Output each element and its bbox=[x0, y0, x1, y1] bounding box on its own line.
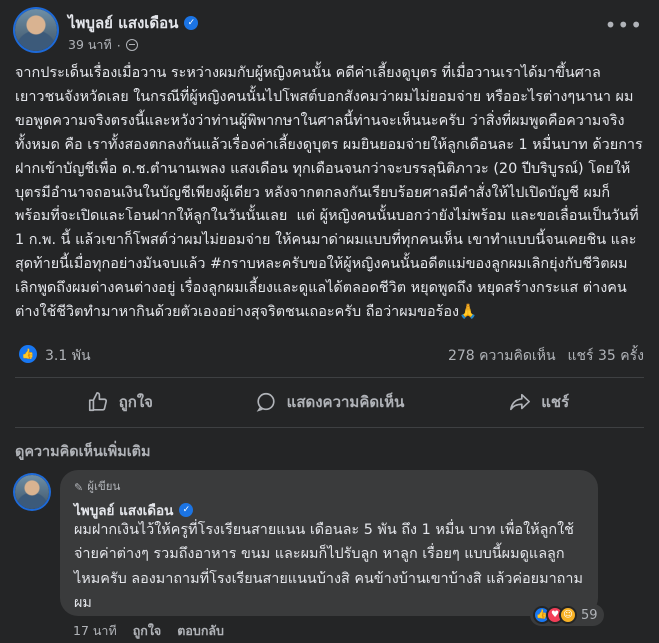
post-stats: 👍 3.1 พัน 278 ความคิดเห็น แชร์ 35 ครั้ง bbox=[15, 343, 644, 367]
thumbs-up-icon bbox=[88, 392, 107, 412]
comment-icon bbox=[256, 392, 275, 412]
comment-button[interactable]: แสดงความคิดเห็น bbox=[225, 385, 435, 419]
comment-reply-button[interactable]: ตอบกลับ bbox=[177, 621, 224, 641]
comment-footer: 17 นาที ถูกใจ ตอบกลับ bbox=[73, 621, 224, 641]
post-time[interactable]: 39 นาที bbox=[68, 35, 112, 55]
verified-badge-icon: ✓ bbox=[179, 503, 194, 517]
comment-time[interactable]: 17 นาที bbox=[73, 621, 117, 641]
care-reaction-icon: ☺ bbox=[559, 606, 577, 624]
reactions-count: 59 bbox=[581, 607, 598, 623]
shares-count[interactable]: แชร์ 35 ครั้ง bbox=[568, 345, 644, 367]
post-header: ไพบูลย์ แสงเดือน ✓ 39 นาที · ••• bbox=[15, 9, 645, 55]
comment-bubble: ✎ ผู้เขียน ไพบูลย์ แสงเดือน ✓ ผมฝากเงินไ… bbox=[60, 470, 598, 616]
verified-badge-icon: ✓ bbox=[184, 16, 199, 30]
divider bbox=[15, 427, 644, 428]
author-name[interactable]: ไพบูลย์ แสงเดือน bbox=[68, 11, 178, 35]
comments-count[interactable]: 278 ความคิดเห็น bbox=[448, 345, 556, 367]
comment-reactions[interactable]: 👍 ♥ ☺ 59 bbox=[530, 604, 604, 626]
like-reaction-icon[interactable]: 👍 bbox=[19, 345, 37, 363]
share-icon bbox=[510, 393, 531, 411]
like-button[interactable]: ถูกใจ bbox=[15, 385, 225, 419]
view-more-comments-link[interactable]: ดูความคิดเห็นเพิ่มเติม bbox=[15, 440, 150, 463]
pen-icon: ✎ bbox=[74, 480, 84, 494]
author-badge-label: ผู้เขียน bbox=[87, 479, 121, 493]
action-bar: ถูกใจ แสดงความคิดเห็น แชร์ bbox=[15, 385, 644, 419]
comment-label: แสดงความคิดเห็น bbox=[286, 393, 405, 411]
share-label: แชร์ bbox=[541, 393, 570, 411]
post-text: จากประเด็นเรื่องเมื่อวาน ระหว่างผมกับผู้… bbox=[15, 65, 644, 321]
commenter-avatar[interactable] bbox=[15, 475, 49, 509]
comment-text: ผมฝากเงินไว้ให้ครูที่โรงเรียนสายแนน เดือ… bbox=[74, 522, 583, 611]
divider bbox=[15, 377, 644, 378]
author-badge: ✎ ผู้เขียน bbox=[74, 478, 120, 496]
like-label: ถูกใจ bbox=[118, 393, 153, 411]
more-options-icon[interactable]: ••• bbox=[605, 13, 643, 37]
share-button[interactable]: แชร์ bbox=[434, 385, 644, 419]
post-card: ไพบูลย์ แสงเดือน ✓ 39 นาที · ••• จากประเ… bbox=[0, 0, 659, 643]
author-avatar[interactable] bbox=[15, 9, 57, 51]
likes-count[interactable]: 3.1 พัน bbox=[45, 345, 91, 367]
comment-like-button[interactable]: ถูกใจ bbox=[133, 621, 162, 641]
globe-icon bbox=[125, 39, 138, 51]
